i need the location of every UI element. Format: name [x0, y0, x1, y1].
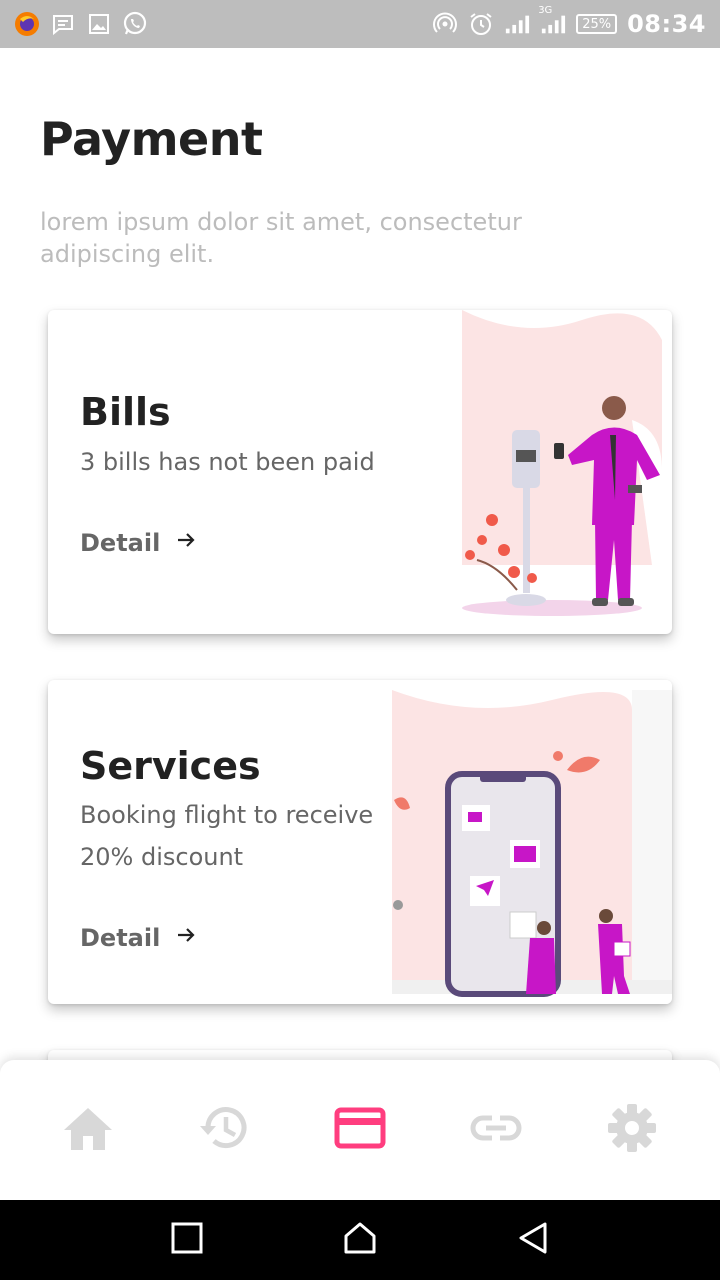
- system-navigation-bar: [0, 1200, 720, 1280]
- services-card[interactable]: Services Booking flight to receive 20% d…: [48, 680, 672, 1004]
- image-icon: [86, 11, 112, 37]
- bills-card[interactable]: Bills 3 bills has not been paid Detail: [48, 310, 672, 634]
- nav-history[interactable]: [188, 1094, 260, 1166]
- back-triangle-icon: [517, 1221, 549, 1259]
- signal-3g-icon: 3G: [538, 5, 566, 37]
- signal-icon: [504, 11, 530, 37]
- nav-payment[interactable]: [324, 1094, 396, 1166]
- services-detail-link[interactable]: Detail: [80, 923, 198, 953]
- whatsapp-icon: [122, 11, 148, 37]
- bills-illustration: [462, 310, 662, 634]
- clock-time: 08:34: [627, 10, 706, 38]
- firefox-icon: [14, 11, 40, 37]
- back-button[interactable]: [503, 1210, 563, 1270]
- hotspot-icon: [432, 11, 458, 37]
- home-icon: [62, 1104, 114, 1156]
- battery-icon: 25%: [576, 14, 618, 34]
- nav-settings[interactable]: [596, 1094, 668, 1166]
- bottom-navigation: [0, 1060, 720, 1200]
- link-icon: [470, 1113, 522, 1147]
- arrow-right-icon: [174, 528, 198, 558]
- network-type-label: 3G: [538, 5, 553, 16]
- status-bar-right: 3G 25% 08:34: [432, 5, 706, 38]
- services-card-title: Services: [80, 744, 261, 788]
- history-icon: [198, 1102, 250, 1158]
- alarm-icon: [468, 11, 494, 37]
- settings-icon: [607, 1103, 657, 1157]
- home-outline-icon: [343, 1221, 377, 1259]
- card-icon: [334, 1107, 386, 1153]
- status-bar: 3G 25% 08:34: [0, 0, 720, 48]
- status-bar-left: [14, 11, 148, 37]
- page-subtitle: lorem ipsum dolor sit amet, consectetur …: [40, 208, 522, 268]
- bills-card-description: 3 bills has not been paid: [80, 448, 375, 476]
- square-icon: [171, 1222, 203, 1258]
- bills-detail-link[interactable]: Detail: [80, 528, 198, 558]
- recent-apps-button[interactable]: [157, 1210, 217, 1270]
- services-illustration: [392, 680, 672, 1004]
- message-icon: [50, 11, 76, 37]
- page-title: Payment: [40, 112, 263, 166]
- services-detail-label: Detail: [80, 924, 161, 952]
- nav-links[interactable]: [460, 1094, 532, 1166]
- battery-level: 25%: [582, 16, 612, 32]
- arrow-right-icon: [174, 923, 198, 953]
- home-button[interactable]: [330, 1210, 390, 1270]
- services-card-description-line1: Booking flight to receive: [80, 801, 374, 829]
- nav-home[interactable]: [52, 1094, 124, 1166]
- services-card-description-line2: 20% discount: [80, 843, 244, 871]
- bills-card-title: Bills: [80, 390, 171, 434]
- bills-detail-label: Detail: [80, 529, 161, 557]
